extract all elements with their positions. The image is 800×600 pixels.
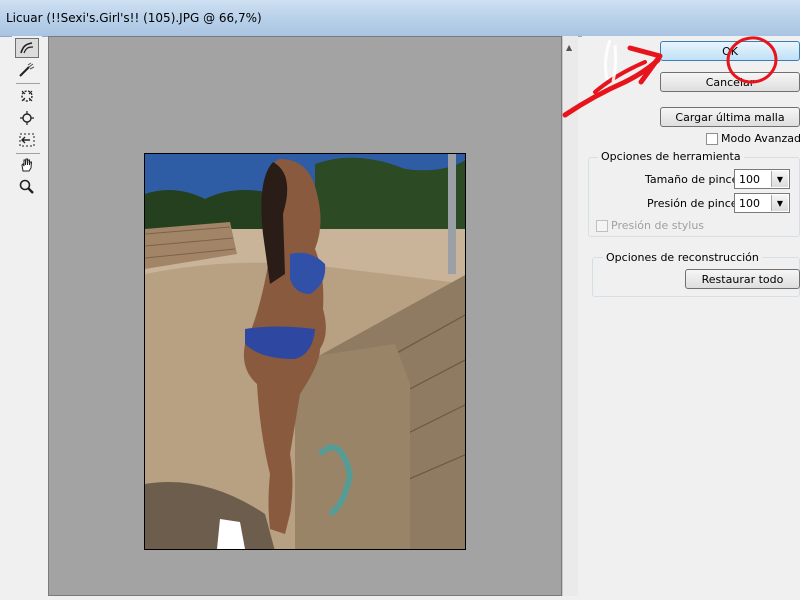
tool-options-title: Opciones de herramienta (598, 150, 744, 163)
stylus-pressure-checkbox[interactable] (596, 220, 608, 232)
stylus-pressure-label: Presión de stylus (611, 219, 705, 232)
preview-vertical-scrollbar[interactable]: ▲ (562, 36, 578, 596)
zoom-icon[interactable] (15, 177, 39, 197)
advanced-mode-checkbox[interactable] (706, 133, 718, 145)
ok-button[interactable]: OK (660, 41, 800, 61)
brush-size-field[interactable]: ▼ (734, 169, 790, 189)
tools-panel (12, 36, 42, 600)
pucker-icon[interactable] (15, 86, 39, 106)
tool-separator (16, 83, 40, 84)
brush-pressure-label: Presión de pincel: (647, 197, 745, 210)
scroll-up-icon[interactable]: ▲ (566, 43, 572, 52)
brush-size-input[interactable] (737, 171, 771, 187)
load-mesh-button[interactable]: Cargar última malla (660, 107, 800, 127)
reconstruct-icon[interactable] (15, 60, 39, 80)
advanced-mode-label: Modo Avanzado (721, 132, 800, 145)
reconstruction-options-title: Opciones de reconstrucción (603, 251, 762, 264)
chevron-down-icon[interactable]: ▼ (771, 171, 788, 187)
window-title: Licuar (!!Sexi's.Girl's!! (105).JPG @ 66… (6, 11, 262, 25)
options-panel: OK Cancelar Cargar última malla Modo Ava… (582, 36, 800, 600)
bloat-icon[interactable] (15, 108, 39, 128)
cancel-button[interactable]: Cancelar (660, 72, 800, 92)
tool-separator (16, 153, 40, 154)
forward-warp-icon[interactable] (15, 38, 39, 58)
hand-icon[interactable] (15, 155, 39, 175)
chevron-down-icon[interactable]: ▼ (771, 195, 788, 211)
window-titlebar[interactable]: Licuar (!!Sexi's.Girl's!! (105).JPG @ 66… (0, 0, 800, 37)
push-left-icon[interactable] (15, 130, 39, 150)
brush-pressure-input[interactable] (737, 195, 771, 211)
brush-size-label: Tamaño de pincel: (645, 173, 746, 186)
preview-image (144, 153, 466, 550)
brush-pressure-field[interactable]: ▼ (734, 193, 790, 213)
restore-all-button[interactable]: Restaurar todo (685, 269, 800, 289)
